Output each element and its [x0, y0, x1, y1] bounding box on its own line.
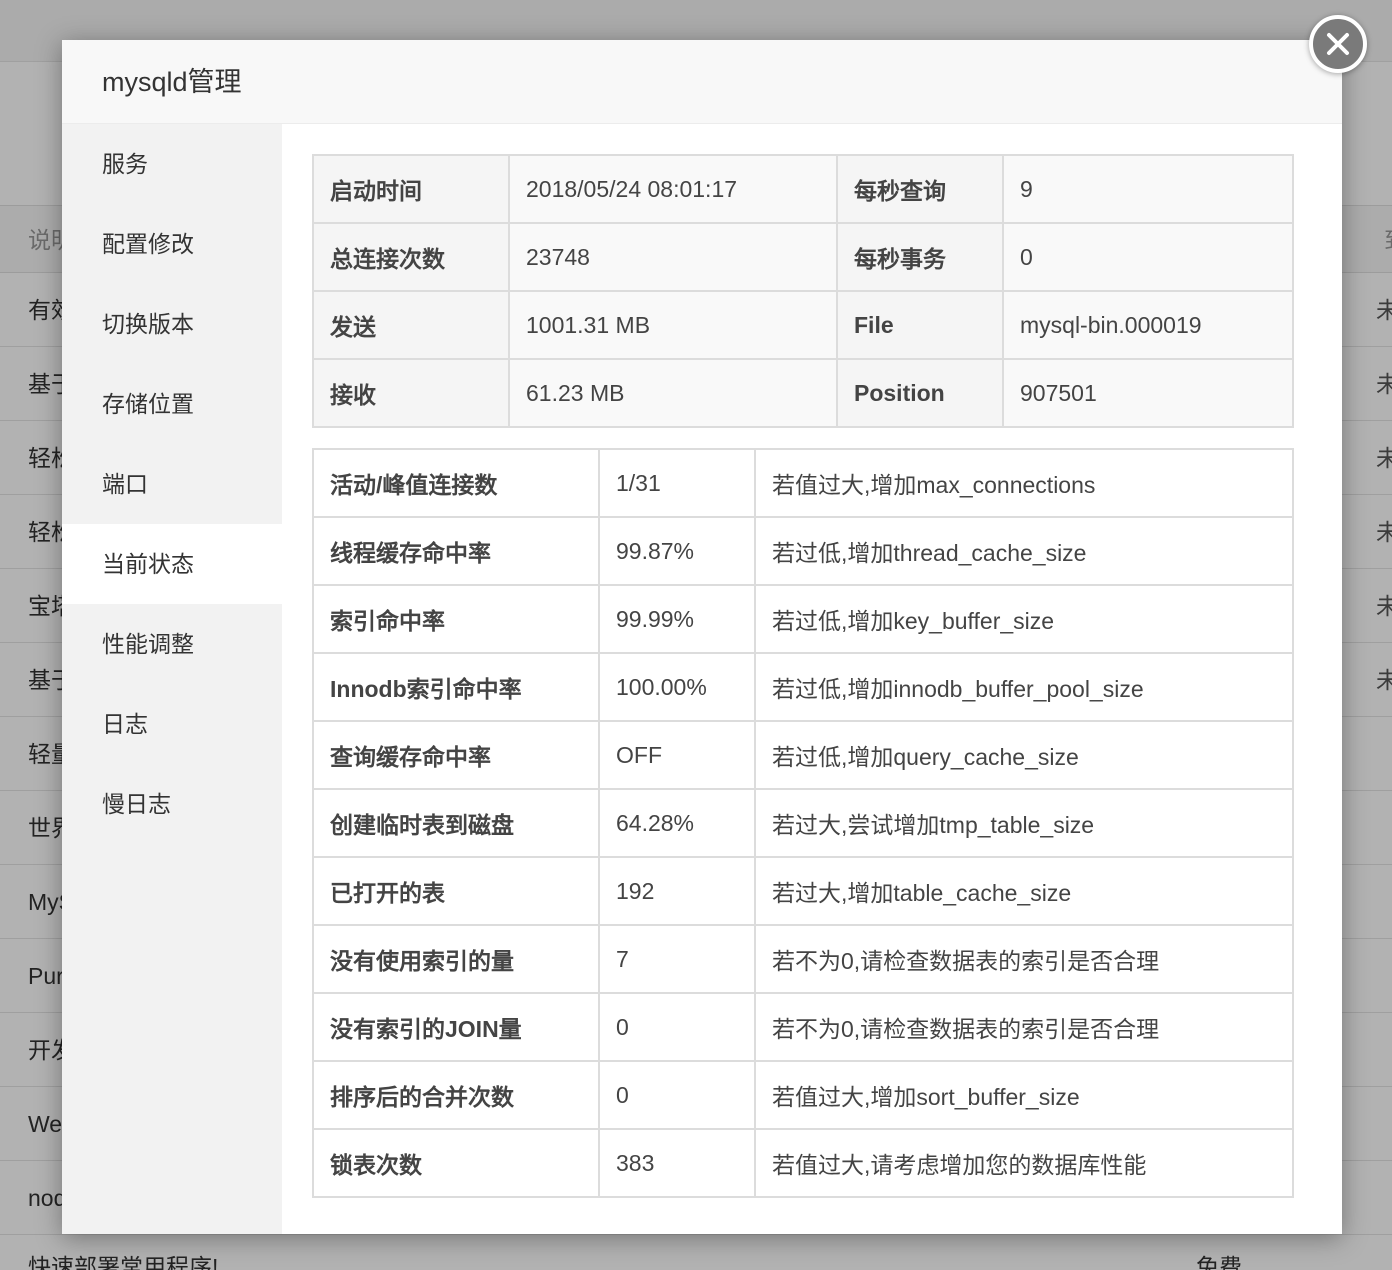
status-name: 索引命中率	[312, 584, 600, 654]
status-value: 99.99%	[598, 584, 756, 654]
status-tip: 若值过大,增加sort_buffer_size	[754, 1060, 1294, 1130]
status-value: 192	[598, 856, 756, 926]
status-row: 没有使用索引的量 7 若不为0,请检查数据表的索引是否合理	[312, 924, 1294, 994]
status-row: 已打开的表 192 若过大,增加table_cache_size	[312, 856, 1294, 926]
info-label: File	[836, 290, 1004, 360]
status-tip: 若过大,增加table_cache_size	[754, 856, 1294, 926]
sidebar-item-8[interactable]: 日志	[62, 684, 282, 764]
sidebar-item-4[interactable]: 存储位置	[62, 364, 282, 444]
status-tip: 若不为0,请检查数据表的索引是否合理	[754, 992, 1294, 1062]
status-row: 活动/峰值连接数 1/31 若值过大,增加max_connections	[312, 448, 1294, 518]
status-value: 99.87%	[598, 516, 756, 586]
status-name: 创建临时表到磁盘	[312, 788, 600, 858]
status-tip: 若不为0,请检查数据表的索引是否合理	[754, 924, 1294, 994]
info-label: 每秒查询	[836, 154, 1004, 224]
status-name: 线程缓存命中率	[312, 516, 600, 586]
sidebar-item-1[interactable]: 服务	[62, 124, 282, 204]
status-row: 线程缓存命中率 99.87% 若过低,增加thread_cache_size	[312, 516, 1294, 586]
status-row: 查询缓存命中率 OFF 若过低,增加query_cache_size	[312, 720, 1294, 790]
status-value: 1/31	[598, 448, 756, 518]
status-tip: 若值过大,请考虑增加您的数据库性能	[754, 1128, 1294, 1198]
info-value: 9	[1002, 154, 1294, 224]
info-label: 发送	[312, 290, 510, 360]
info-label: 总连接次数	[312, 222, 510, 292]
status-name: 没有索引的JOIN量	[312, 992, 600, 1062]
status-name: 已打开的表	[312, 856, 600, 926]
status-value: 0	[598, 992, 756, 1062]
dialog-sidebar: 服务 配置修改 切换版本 存储位置 端口 当前状态 性能调整 日志 慢日志	[62, 124, 282, 1234]
status-row: 没有索引的JOIN量 0 若不为0,请检查数据表的索引是否合理	[312, 992, 1294, 1062]
status-tip: 若过低,增加key_buffer_size	[754, 584, 1294, 654]
status-value: 0	[598, 1060, 756, 1130]
status-value: 64.28%	[598, 788, 756, 858]
status-value: 383	[598, 1128, 756, 1198]
status-name: 没有使用索引的量	[312, 924, 600, 994]
status-name: 排序后的合并次数	[312, 1060, 600, 1130]
close-icon	[1327, 33, 1349, 55]
status-tip: 若过低,增加thread_cache_size	[754, 516, 1294, 586]
sidebar-item-6[interactable]: 当前状态	[62, 524, 282, 604]
info-value: 1001.31 MB	[508, 290, 838, 360]
status-name: 查询缓存命中率	[312, 720, 600, 790]
status-row: 排序后的合并次数 0 若值过大,增加sort_buffer_size	[312, 1060, 1294, 1130]
status-row: 锁表次数 383 若值过大,请考虑增加您的数据库性能	[312, 1128, 1294, 1198]
info-value: 23748	[508, 222, 838, 292]
status-tip: 若过低,增加query_cache_size	[754, 720, 1294, 790]
status-name: Innodb索引命中率	[312, 652, 600, 722]
sidebar-item-3[interactable]: 切换版本	[62, 284, 282, 364]
info-value: 907501	[1002, 358, 1294, 428]
info-row: 接收 61.23 MB Position 907501	[312, 358, 1294, 428]
mysqld-manage-dialog: mysqld管理 服务 配置修改 切换版本 存储位置 端口 当前状态 性能调整 日志 慢日志 启…	[62, 40, 1342, 1234]
info-value: 61.23 MB	[508, 358, 838, 428]
info-table: 启动时间 2018/05/24 08:01:17 每秒查询 9 总连接次数 23748 每秒…	[312, 154, 1294, 428]
status-row: 索引命中率 99.99% 若过低,增加key_buffer_size	[312, 584, 1294, 654]
status-table: 活动/峰值连接数 1/31 若值过大,增加max_connections 线程缓存命中…	[312, 448, 1294, 1198]
dialog-header: mysqld管理	[62, 40, 1342, 124]
info-row: 启动时间 2018/05/24 08:01:17 每秒查询 9	[312, 154, 1294, 224]
status-tip: 若值过大,增加max_connections	[754, 448, 1294, 518]
status-row: 创建临时表到磁盘 64.28% 若过大,尝试增加tmp_table_size	[312, 788, 1294, 858]
status-value: 100.00%	[598, 652, 756, 722]
info-row: 总连接次数 23748 每秒事务 0	[312, 222, 1294, 292]
info-value: mysql-bin.000019	[1002, 290, 1294, 360]
status-row: Innodb索引命中率 100.00% 若过低,增加innodb_buffer_po…	[312, 652, 1294, 722]
status-tip: 若过低,增加innodb_buffer_pool_size	[754, 652, 1294, 722]
status-name: 活动/峰值连接数	[312, 448, 600, 518]
info-value: 2018/05/24 08:01:17	[508, 154, 838, 224]
sidebar-item-9[interactable]: 慢日志	[62, 764, 282, 844]
info-value: 0	[1002, 222, 1294, 292]
status-value: OFF	[598, 720, 756, 790]
sidebar-item-5[interactable]: 端口	[62, 444, 282, 524]
close-button[interactable]	[1309, 15, 1367, 73]
sidebar-item-7[interactable]: 性能调整	[62, 604, 282, 684]
info-label: 启动时间	[312, 154, 510, 224]
dialog-title: mysqld管理	[102, 67, 242, 97]
info-row: 发送 1001.31 MB File mysql-bin.000019	[312, 290, 1294, 360]
status-tip: 若过大,尝试增加tmp_table_size	[754, 788, 1294, 858]
status-content: 启动时间 2018/05/24 08:01:17 每秒查询 9 总连接次数 23748 每秒…	[312, 154, 1294, 1198]
info-label: Position	[836, 358, 1004, 428]
status-name: 锁表次数	[312, 1128, 600, 1198]
info-label: 接收	[312, 358, 510, 428]
info-label: 每秒事务	[836, 222, 1004, 292]
status-value: 7	[598, 924, 756, 994]
sidebar-item-2[interactable]: 配置修改	[62, 204, 282, 284]
